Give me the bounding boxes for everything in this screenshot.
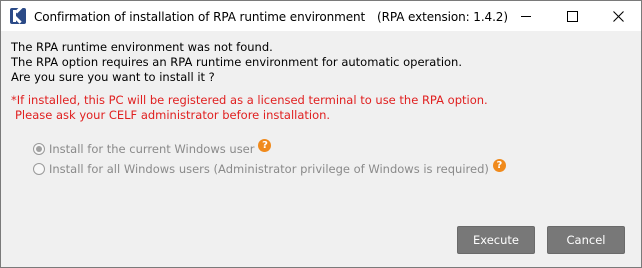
warning-line: *If installed, this PC will be registere…	[11, 93, 488, 107]
title-bar: Confirmation of installation of RPA runt…	[1, 1, 641, 31]
option-all-users[interactable]: Install for all Windows users (Administr…	[33, 158, 641, 179]
close-icon	[612, 10, 624, 22]
cancel-button[interactable]: Cancel	[547, 226, 625, 254]
message-line: The RPA option requires an RPA runtime e…	[11, 55, 462, 69]
message-text: The RPA runtime environment was not foun…	[11, 40, 641, 85]
close-button[interactable]	[595, 1, 641, 31]
warning-line: Please ask your CELF administrator befor…	[15, 108, 331, 122]
install-scope-options: Install for the current Windows user ? I…	[11, 138, 641, 179]
app-logo-icon	[10, 8, 26, 24]
dialog-body: The RPA runtime environment was not foun…	[1, 31, 641, 179]
option-current-user[interactable]: Install for the current Windows user ?	[33, 138, 641, 159]
option-label: Install for the current Windows user	[49, 142, 255, 156]
maximize-button[interactable]	[549, 1, 595, 31]
window-title: Confirmation of installation of RPA runt…	[34, 9, 508, 24]
message-line: The RPA runtime environment was not foun…	[11, 40, 273, 54]
question-icon[interactable]: ?	[492, 158, 506, 172]
maximize-icon	[566, 10, 578, 22]
warning-text: *If installed, this PC will be registere…	[11, 93, 641, 123]
window-controls	[503, 1, 641, 31]
minimize-icon	[521, 15, 531, 17]
install-dialog: Confirmation of installation of RPA runt…	[0, 0, 642, 268]
radio-current-user[interactable]	[33, 143, 45, 155]
execute-button[interactable]: Execute	[457, 226, 535, 254]
message-line: Are you sure you want to install it ?	[11, 70, 215, 84]
minimize-button[interactable]	[503, 1, 549, 31]
radio-selected-dot	[36, 146, 42, 152]
dialog-buttons: Execute Cancel	[457, 226, 625, 254]
question-icon[interactable]: ?	[258, 138, 272, 152]
option-label: Install for all Windows users (Administr…	[49, 162, 489, 176]
radio-all-users[interactable]	[33, 163, 45, 175]
